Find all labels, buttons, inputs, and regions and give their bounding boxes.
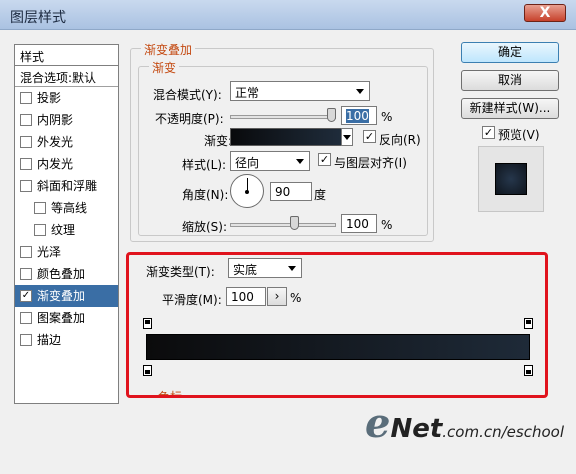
style-value: 径向 [235, 156, 260, 170]
angle-dial[interactable] [230, 174, 264, 208]
gradient-dropdown[interactable] [341, 128, 353, 146]
blend-mode-label: 混合模式(Y): [153, 88, 222, 102]
blending-options-item[interactable]: 混合选项:默认 [15, 66, 118, 87]
scale-percent: % [381, 218, 393, 232]
opacity-label: 不透明度(P): [155, 112, 224, 126]
style-item-label: 内发光 [37, 157, 74, 171]
opacity-slider[interactable] [230, 115, 336, 119]
style-label: 样式(L): [182, 158, 227, 172]
style-item[interactable]: 图案叠加 [15, 307, 118, 329]
chevron-down-icon [296, 159, 304, 164]
scale-slider[interactable] [230, 223, 336, 227]
style-item[interactable]: 投影 [15, 87, 118, 109]
style-item-checkbox[interactable] [20, 334, 32, 346]
reverse-label: 反向(R) [379, 133, 421, 147]
style-select[interactable]: 径向 [230, 151, 310, 171]
chevron-down-icon [343, 135, 351, 140]
style-item[interactable]: 颜色叠加 [15, 263, 118, 285]
style-item[interactable]: 内发光 [15, 153, 118, 175]
preview-checkbox[interactable]: ✓ [482, 126, 495, 139]
style-item[interactable]: 纹理 [15, 219, 118, 241]
style-item-checkbox[interactable] [20, 92, 32, 104]
gradient-picker[interactable] [230, 128, 342, 146]
preview-label: 预览(V) [498, 128, 540, 142]
scale-label: 缩放(S): [182, 220, 228, 234]
style-item[interactable]: 外发光 [15, 131, 118, 153]
gradient-overlay-title: 渐变叠加 [141, 41, 196, 58]
cancel-button[interactable]: 取消 [461, 70, 559, 91]
angle-value: 90 [275, 185, 291, 199]
title-bar[interactable]: 图层样式 X [0, 0, 576, 30]
opacity-percent: % [381, 110, 393, 124]
chevron-down-icon [356, 89, 364, 94]
new-style-button[interactable]: 新建样式(W)... [461, 98, 559, 119]
reverse-checkbox[interactable]: ✓ [363, 130, 376, 143]
blend-mode-value: 正常 [235, 86, 260, 100]
watermark-url: .com.cn/eschool [442, 423, 564, 441]
style-item-label: 纹理 [51, 223, 76, 237]
style-item[interactable]: 描边 [15, 329, 118, 351]
style-item-checkbox[interactable] [20, 268, 32, 280]
enet-watermark: eNet.com.cn/eschool [365, 400, 564, 447]
align-with-layer-checkbox[interactable]: ✓ [318, 153, 331, 166]
style-item-checkbox[interactable] [20, 136, 32, 148]
style-item-label: 内阴影 [37, 113, 74, 127]
style-item-label: 光泽 [37, 245, 62, 259]
style-item-label: 等高线 [51, 201, 88, 215]
style-item-checkbox[interactable] [20, 158, 32, 170]
watermark-e: e [365, 400, 391, 447]
ok-button[interactable]: 确定 [461, 42, 559, 63]
align-with-layer-label: 与图层对齐(I) [334, 156, 407, 170]
styles-list: 样式 混合选项:默认 投影内阴影外发光内发光斜面和浮雕等高线纹理光泽颜色叠加 ✓ 渐… [14, 44, 119, 404]
style-item[interactable]: 等高线 [15, 197, 118, 219]
angle-center [245, 190, 249, 194]
close-button[interactable]: X [524, 4, 566, 22]
preview-swatch [495, 163, 527, 195]
window-title: 图层样式 [10, 10, 66, 26]
style-item-checkbox[interactable] [20, 114, 32, 126]
style-item-checkbox[interactable]: ✓ [20, 290, 32, 302]
style-item-label: 投影 [37, 91, 62, 105]
styles-header[interactable]: 样式 [15, 45, 118, 66]
style-item-label: 渐变叠加 [37, 289, 86, 303]
style-item-label: 斜面和浮雕 [37, 179, 98, 193]
gradient-subgroup-title: 渐变 [149, 59, 180, 76]
opacity-input[interactable]: 100 [341, 106, 377, 125]
angle-input[interactable]: 90 [270, 182, 312, 201]
gradient-label: 渐变: [204, 134, 233, 148]
opacity-slider-thumb[interactable] [327, 108, 336, 122]
highlight-box [126, 252, 548, 398]
style-item-checkbox[interactable] [20, 246, 32, 258]
blend-mode-select[interactable]: 正常 [230, 81, 370, 101]
scale-slider-thumb[interactable] [290, 216, 299, 230]
scale-input[interactable]: 100 [341, 214, 377, 233]
angle-degree: 度 [314, 188, 327, 202]
style-item-checkbox[interactable] [20, 180, 32, 192]
watermark-net: Net [390, 414, 443, 444]
style-item-checkbox[interactable] [34, 224, 46, 236]
style-item-label: 图案叠加 [37, 311, 86, 325]
opacity-value: 100 [346, 109, 369, 123]
style-item[interactable]: ✓ 渐变叠加 [15, 285, 118, 307]
angle-label: 角度(N): [182, 188, 229, 202]
style-item[interactable]: 内阴影 [15, 109, 118, 131]
style-item-label: 描边 [37, 333, 62, 347]
style-item-label: 颜色叠加 [37, 267, 86, 281]
style-item[interactable]: 斜面和浮雕 [15, 175, 118, 197]
style-item-label: 外发光 [37, 135, 74, 149]
style-item-checkbox[interactable] [20, 312, 32, 324]
style-item[interactable]: 光泽 [15, 241, 118, 263]
layer-style-dialog: 图层样式 X 样式 混合选项:默认 投影内阴影外发光内发光斜面和浮雕等高线纹理光… [0, 0, 576, 474]
preview-box [478, 146, 544, 212]
style-item-checkbox[interactable] [34, 202, 46, 214]
scale-value: 100 [346, 217, 369, 231]
